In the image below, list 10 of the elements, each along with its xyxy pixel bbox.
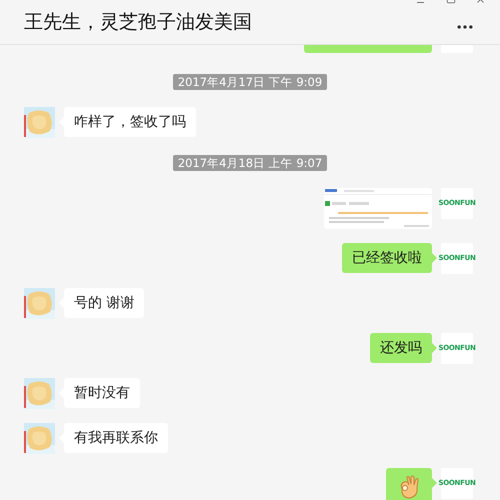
- window-title: 王先生，灵芝孢子油发美国: [24, 10, 252, 35]
- message-text: 暂时没有: [74, 384, 130, 402]
- avatar: [441, 45, 473, 53]
- message-text: 咋样了，签收了吗: [74, 112, 186, 132]
- timestamp: 2017年4月17日 下午 9:09: [172, 74, 328, 90]
- timestamp: 2017年4月18日 上午 9:07: [172, 155, 328, 171]
- message-text: 号的 谢谢: [74, 294, 134, 312]
- message-text: 已经签收啦: [352, 248, 422, 268]
- message-text: 还发吗: [380, 338, 422, 358]
- message-text: 有我再联系你: [74, 428, 158, 448]
